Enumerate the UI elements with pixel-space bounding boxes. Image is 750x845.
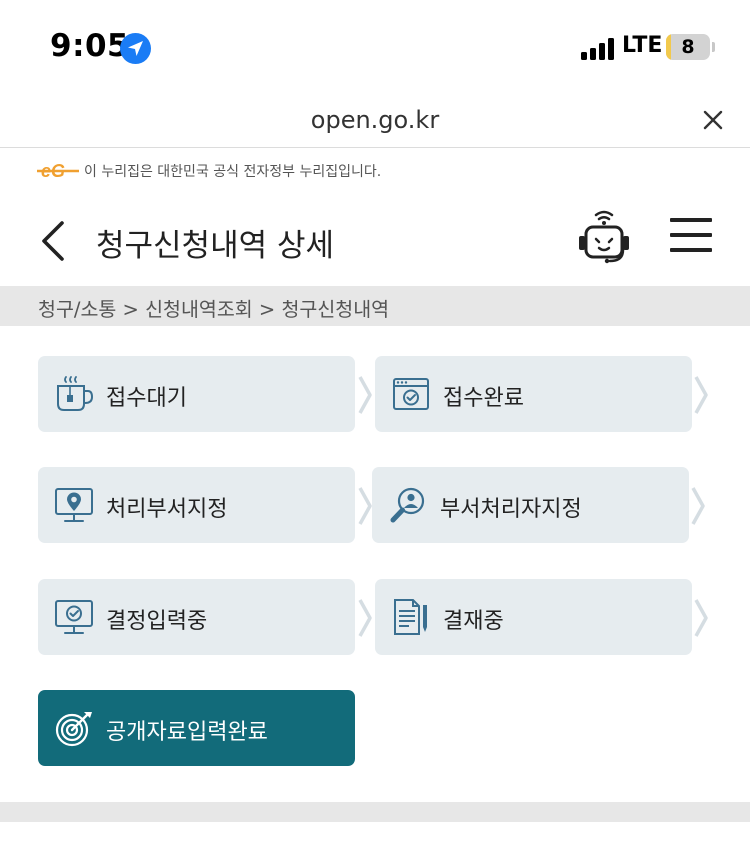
breadcrumb: 청구/소통 > 신청내역조회 > 청구신청내역: [0, 286, 750, 326]
target-icon: [54, 708, 94, 748]
chevron-right-icon: [357, 598, 373, 638]
hamburger-menu-icon[interactable]: [670, 218, 712, 252]
step-label: 결정입력중: [106, 609, 208, 634]
step-reception-waiting[interactable]: 접수대기: [38, 356, 355, 432]
chevron-right-icon: [357, 486, 373, 526]
egov-logo-text: eG: [41, 161, 65, 181]
browser-check-icon: [391, 374, 431, 414]
chevron-left-icon[interactable]: [38, 220, 68, 262]
step-label: 접수대기: [106, 386, 187, 411]
monitor-location-icon: [54, 485, 94, 525]
egov-logo: eG: [36, 160, 80, 182]
status-time: 9:05: [50, 28, 130, 64]
battery-percent: 8: [681, 36, 695, 58]
step-reception-complete[interactable]: 접수완료: [375, 356, 692, 432]
close-icon[interactable]: [700, 107, 726, 133]
step-approval-pending[interactable]: 결재중: [375, 579, 692, 655]
step-handler-assigned[interactable]: 부서처리자지정: [372, 467, 689, 543]
chevron-right-icon: [693, 375, 709, 415]
step-label: 접수완료: [443, 386, 524, 411]
step-department-assigned[interactable]: 처리부서지정: [38, 467, 355, 543]
step-label: 공개자료입력완료: [106, 720, 268, 745]
battery-icon: 8: [666, 34, 710, 60]
chatbot-icon[interactable]: [574, 206, 634, 266]
chevron-right-icon: [690, 486, 706, 526]
step-disclosure-complete[interactable]: 공개자료입력완료: [38, 690, 355, 766]
page-title: 청구신청내역 상세: [96, 228, 335, 264]
tea-cup-icon: [54, 374, 94, 414]
location-arrow-icon: [120, 33, 151, 64]
url-text[interactable]: open.go.kr: [0, 106, 750, 134]
gov-banner-text: 이 누리집은 대한민국 공식 전자정부 누리집입니다.: [84, 164, 382, 180]
signal-strength-icon: [581, 38, 615, 60]
section-divider: [0, 802, 750, 822]
chevron-right-icon: [357, 375, 373, 415]
network-type: LTE: [622, 33, 663, 58]
step-decision-input[interactable]: 결정입력중: [38, 579, 355, 655]
step-label: 결재중: [443, 609, 504, 634]
battery-tip: [712, 42, 715, 52]
monitor-check-icon: [54, 597, 94, 637]
step-label: 처리부서지정: [106, 497, 228, 522]
breadcrumb-text[interactable]: 청구/소통 > 신청내역조회 > 청구신청내역: [38, 293, 389, 322]
gov-banner: eG 이 누리집은 대한민국 공식 전자정부 누리집입니다.: [36, 158, 736, 184]
status-bar: 9:05 LTE 8: [0, 0, 750, 92]
document-pen-icon: [391, 597, 431, 637]
search-person-icon: [388, 485, 428, 525]
page-header: 청구신청내역 상세: [0, 190, 750, 286]
chevron-right-icon: [693, 598, 709, 638]
browser-url-bar: open.go.kr: [0, 92, 750, 148]
step-label: 부서처리자지정: [440, 497, 582, 522]
